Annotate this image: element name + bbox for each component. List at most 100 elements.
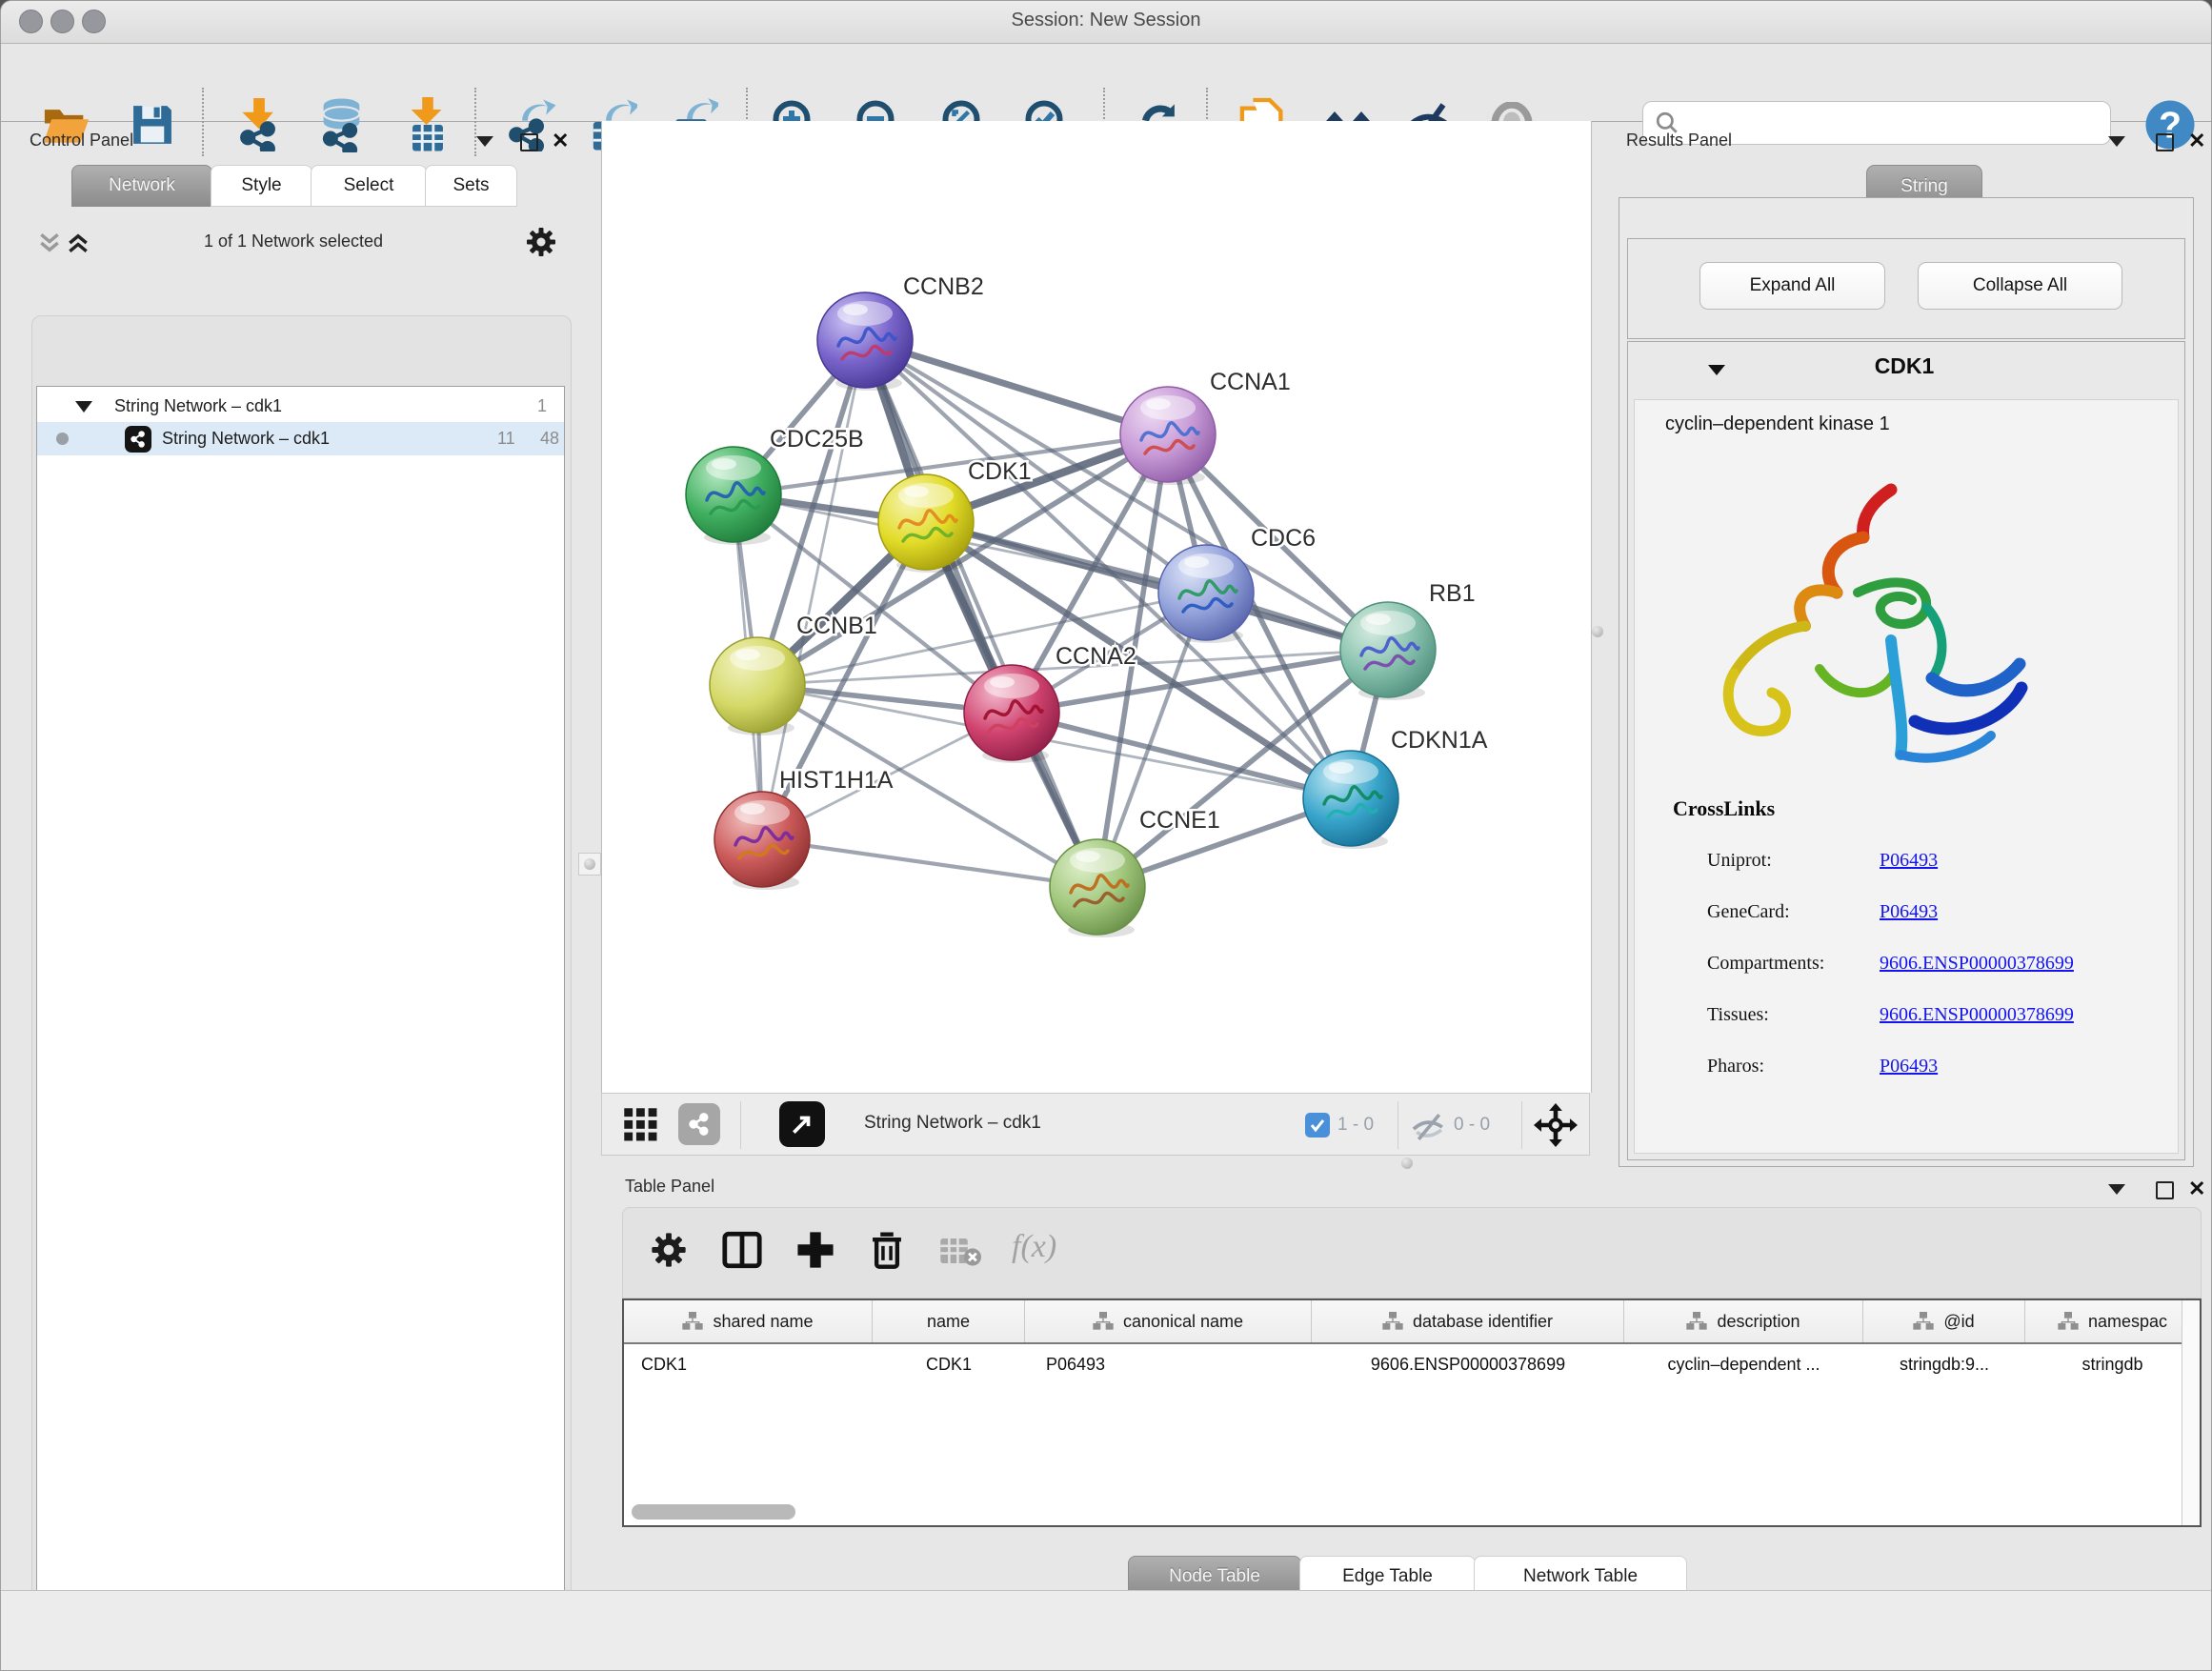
crosslink-label: GeneCard: — [1707, 886, 1875, 937]
column-header[interactable]: database identifier — [1312, 1300, 1624, 1342]
network-node-CDKN1A[interactable]: CDKN1A — [1303, 727, 1488, 849]
network-canvas[interactable]: CCNB2CCNA1CDC25BCDK1CDC6RB1CCNB1CCNA2CDK… — [601, 121, 1592, 1093]
collection-expander-icon[interactable] — [75, 401, 92, 413]
function-builder-button-disabled: f(x) — [1012, 1229, 1056, 1265]
network-label: String Network – cdk1 — [162, 429, 330, 449]
panel-float-icon[interactable] — [2156, 1181, 2174, 1199]
app-window: Session: New Session — [0, 0, 2212, 1671]
delete-column-button[interactable] — [869, 1229, 905, 1271]
panel-close-icon[interactable]: ✕ — [2188, 1178, 2205, 1199]
tree-icon — [1093, 1312, 1114, 1331]
crosslink-label: Pharos: — [1707, 1040, 1875, 1092]
show-columns-button[interactable] — [722, 1231, 762, 1269]
table-toolbar: f(x) — [622, 1207, 2202, 1299]
panel-close-icon[interactable]: ✕ — [2188, 131, 2205, 151]
gene-details: cyclin–dependent kinase 1 — [1634, 399, 2179, 1154]
network-tree: String Network – cdk1 1 String Network –… — [36, 386, 565, 1671]
columns-icon — [722, 1231, 762, 1269]
network-status-dot — [56, 433, 69, 445]
crosslink-value-link[interactable]: P06493 — [1880, 850, 1938, 871]
node-table: shared name name canonical name database… — [622, 1299, 2202, 1527]
network-edge-count: 48 — [540, 429, 559, 449]
column-header[interactable]: shared name — [624, 1300, 873, 1342]
add-column-button[interactable] — [796, 1231, 835, 1269]
network-node-CCNB1[interactable]: CCNB1 — [710, 613, 877, 735]
crosslink-value-link[interactable]: P06493 — [1880, 901, 1938, 922]
crosslinks-title: CrossLinks — [1673, 796, 1775, 821]
check-icon — [1310, 1118, 1325, 1132]
column-header[interactable]: name — [873, 1300, 1025, 1342]
selected-checkbox[interactable] — [1305, 1113, 1330, 1137]
table-horizontal-scrollbar[interactable] — [632, 1504, 795, 1520]
node-label-CDC6: CDC6 — [1251, 525, 1316, 552]
open-in-window-button[interactable] — [779, 1101, 825, 1147]
node-label-CDKN1A: CDKN1A — [1391, 727, 1488, 754]
collapse-all-networks-icon[interactable] — [37, 232, 62, 254]
gear-icon — [650, 1231, 688, 1269]
trash-icon — [869, 1229, 905, 1271]
collapse-all-button[interactable]: Collapse All — [1918, 262, 2122, 310]
column-header[interactable]: namespac — [2025, 1300, 2200, 1342]
tab-sets[interactable]: Sets — [425, 165, 517, 207]
plus-icon — [796, 1231, 835, 1269]
network-selection-summary: 1 of 1 Network selected — [108, 232, 479, 252]
bottom-splitter-handle[interactable] — [1398, 1154, 1417, 1173]
crosslink-value-link[interactable]: 9606.ENSP00000378699 — [1880, 1004, 2074, 1025]
left-splitter-handle[interactable] — [578, 853, 601, 876]
birdseye-grid-button[interactable] — [623, 1107, 659, 1143]
network-node-RB1[interactable]: RB1 — [1340, 580, 1476, 700]
table-options-button[interactable] — [650, 1231, 688, 1269]
cell-id: stringdb:9... — [1863, 1355, 2025, 1375]
network-node-CDK1[interactable]: CDK1 — [878, 458, 1032, 573]
eye-slash-gray-icon — [1410, 1113, 1448, 1141]
tab-select[interactable]: Select — [311, 165, 427, 207]
tab-style[interactable]: Style — [211, 165, 312, 207]
panel-menu-icon[interactable] — [2108, 1184, 2125, 1195]
share-icon — [688, 1113, 711, 1136]
crosshair-icon — [1534, 1103, 1578, 1147]
string-badge-button[interactable] — [678, 1103, 720, 1145]
footer-separator — [1521, 1101, 1522, 1149]
control-panel-title: Control Panel — [30, 131, 133, 151]
node-label-CCNB1: CCNB1 — [796, 613, 877, 639]
crosslink-value-link[interactable]: 9606.ENSP00000378699 — [1880, 953, 2074, 974]
grid-icon — [623, 1107, 659, 1143]
node-label-CCNA2: CCNA2 — [1056, 643, 1136, 670]
network-collection-row[interactable]: String Network – cdk1 1 — [37, 391, 564, 422]
gene-entry-cdk1: CDK1 cyclin–dependent kinase 1 — [1627, 341, 2185, 1160]
network-view-toolbar: String Network – cdk1 1 - 0 0 - 0 — [601, 1093, 1590, 1156]
crosslink-value-link[interactable]: P06493 — [1880, 1056, 1938, 1077]
window-title: Session: New Session — [1, 10, 2211, 31]
crosslink-row: Compartments: 9606.ENSP00000378699 — [1707, 937, 2074, 989]
expand-all-button[interactable]: Expand All — [1699, 262, 1885, 310]
tree-icon — [1686, 1312, 1707, 1331]
node-label-CCNE1: CCNE1 — [1139, 807, 1220, 834]
current-network-title: String Network – cdk1 — [864, 1113, 1041, 1134]
cell-shared-name: CDK1 — [624, 1355, 873, 1375]
network-graph[interactable]: CCNB2CCNA1CDC25BCDK1CDC6RB1CCNB1CCNA2CDK… — [602, 121, 1591, 1093]
panel-close-icon[interactable]: ✕ — [552, 131, 569, 151]
entry-expander-icon[interactable] — [1708, 365, 1725, 375]
table-vertical-scrollbar[interactable] — [2182, 1300, 2200, 1525]
control-panel: Control Panel ✕ Network Style Select Set… — [12, 121, 567, 1588]
network-row-selected[interactable]: String Network – cdk1 11 48 — [37, 422, 564, 455]
tree-icon — [1382, 1312, 1403, 1331]
tab-network[interactable]: Network — [71, 165, 212, 207]
panel-menu-icon[interactable] — [2108, 136, 2125, 147]
hidden-toggle[interactable] — [1410, 1113, 1448, 1141]
panel-float-icon[interactable] — [520, 133, 538, 151]
expand-all-networks-icon[interactable] — [66, 232, 90, 254]
status-bar: Memory — [1, 1590, 2211, 1671]
table-row[interactable]: CDK1 CDK1 P06493 9606.ENSP00000378699 cy… — [624, 1344, 2200, 1384]
network-node-HIST1H1A[interactable]: HIST1H1A — [714, 767, 894, 890]
column-header[interactable]: description — [1624, 1300, 1863, 1342]
panel-menu-icon[interactable] — [476, 136, 493, 147]
collection-count: 1 — [537, 396, 547, 416]
fit-content-button[interactable] — [1534, 1103, 1578, 1147]
panel-float-icon[interactable] — [2156, 133, 2174, 151]
string-results-body: Expand All Collapse All CDK1 cyclin–depe… — [1619, 197, 2194, 1167]
column-header[interactable]: @id — [1863, 1300, 2025, 1342]
network-options-gear-icon[interactable] — [525, 226, 557, 258]
column-header[interactable]: canonical name — [1025, 1300, 1312, 1342]
network-node-CCNE1[interactable]: CCNE1 — [1050, 807, 1220, 937]
